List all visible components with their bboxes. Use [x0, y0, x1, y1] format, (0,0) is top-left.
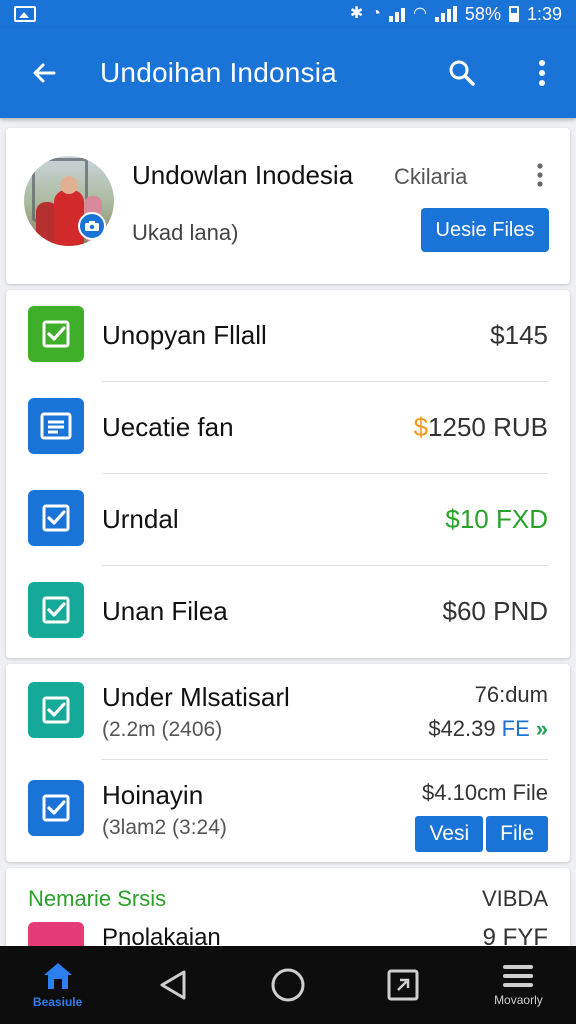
file-link[interactable]: FE	[502, 716, 530, 742]
files-list: Under Mlsatisarl (2.2m (2406) 76:dum $42…	[6, 664, 570, 862]
list-item-amount: $42.39 FE »	[428, 716, 548, 742]
menu-icon	[503, 965, 534, 987]
list-item[interactable]: Hoinayin (3lam2 (3:24) $4.10cm File Vesi…	[6, 762, 570, 858]
check-square-icon	[28, 780, 84, 836]
check-square-icon	[28, 306, 84, 362]
nav-menu[interactable]: Movaorly	[461, 946, 576, 1024]
profile-subtitle: Ukad lana)	[132, 220, 239, 245]
use-files-button[interactable]: Uesie Files	[421, 208, 549, 252]
cell-signal-2-icon	[434, 6, 457, 22]
page-title: Undoihan Indonsia	[100, 57, 337, 88]
bluetooth-icon: ✱	[349, 5, 364, 22]
check-square-icon	[28, 582, 84, 638]
nav-menu-label: Movaorly	[494, 993, 543, 1007]
nav-home[interactable]: Beasiule	[0, 946, 115, 1024]
transactions-list: Unopyan Fllall $145 Uecatie fan $1250 RU…	[6, 290, 570, 658]
list-item-subtitle: (2.2m (2406)	[102, 718, 223, 741]
bottom-navigation: Beasiule Movaorly	[0, 946, 576, 1024]
image-icon	[14, 6, 36, 22]
check-square-icon	[28, 682, 84, 738]
back-triangle-icon	[160, 970, 186, 1000]
list-item-title: Hoinayin	[102, 780, 204, 810]
list-item[interactable]: Unopyan Fllall $145	[6, 290, 570, 382]
amount-value: $42.39	[428, 716, 496, 741]
file-button[interactable]: File	[486, 816, 548, 852]
recents-icon	[387, 969, 419, 1001]
arrow-back-icon[interactable]	[24, 53, 64, 93]
check-square-icon	[28, 490, 84, 546]
list-item-amount: $60 PND	[442, 596, 549, 626]
section-right-label: VIBDA	[481, 886, 548, 911]
list-item-label: Urndal	[102, 504, 179, 534]
list-item[interactable]: Uecatie fan $1250 RUB	[6, 382, 570, 474]
nav-back[interactable]	[115, 946, 230, 1024]
clock: 1:39	[526, 3, 562, 24]
nav-home-label: Beasiule	[32, 995, 83, 1009]
list-item-amount: $1250 RUB	[414, 412, 548, 443]
list-item-meta: $4.10cm File	[422, 780, 548, 805]
home-circle-icon	[271, 968, 305, 1002]
list-item-label: Unan Filea	[102, 596, 228, 626]
camera-badge-icon[interactable]	[78, 212, 106, 240]
list-item-meta: 76:dum	[474, 682, 548, 707]
action-button-group: Vesi File	[415, 816, 548, 852]
nav-home-circle[interactable]	[230, 946, 345, 1024]
status-bar: ✱ ◔ ◠ 58% 1:39	[0, 0, 576, 28]
list-item-amount: $145	[490, 320, 548, 350]
list-item-label: Uecatie fan	[102, 412, 234, 442]
list-item-amount: $10 FXD	[445, 504, 548, 534]
battery-percent: 58%	[464, 3, 501, 24]
currency-symbol: $	[413, 412, 429, 442]
list-item[interactable]: Urndal $10 FXD	[6, 474, 570, 566]
profile-tag: Ckilaria	[394, 164, 468, 189]
profile-card: Undowlan Inodesia Ckilaria Ukad lana) Ue…	[6, 128, 570, 284]
list-item-label: Unopyan Fllall	[102, 320, 267, 350]
signal-icon: ◔	[371, 5, 381, 22]
list-item-title: Under Mlsatisarl	[102, 682, 290, 712]
battery-icon	[508, 6, 519, 22]
view-button[interactable]: Vesi	[415, 816, 484, 852]
list-item[interactable]: Unan Filea $60 PND	[6, 566, 570, 658]
chevron-right-icon[interactable]: »	[536, 716, 548, 742]
list-item[interactable]: Under Mlsatisarl (2.2m (2406) 76:dum $42…	[6, 664, 570, 760]
search-icon[interactable]	[440, 51, 484, 95]
app-bar: Undoihan Indonsia	[0, 28, 576, 118]
document-icon	[28, 398, 84, 454]
section-card: Nemarie Srsis VIBDA Pnolakaian 9 FYF	[6, 868, 570, 958]
more-vert-icon[interactable]	[520, 51, 564, 95]
profile-name: Undowlan Inodesia	[132, 160, 354, 190]
wifi-icon: ◠	[412, 5, 427, 22]
section-title: Nemarie Srsis	[28, 886, 167, 911]
cell-signal-icon	[388, 6, 405, 22]
more-vert-icon[interactable]	[530, 158, 550, 192]
amount-value: 1250 RUB	[428, 412, 548, 442]
nav-recents[interactable]	[346, 946, 461, 1024]
list-item-subtitle: (3lam2 (3:24)	[102, 816, 227, 839]
home-icon	[43, 963, 72, 989]
